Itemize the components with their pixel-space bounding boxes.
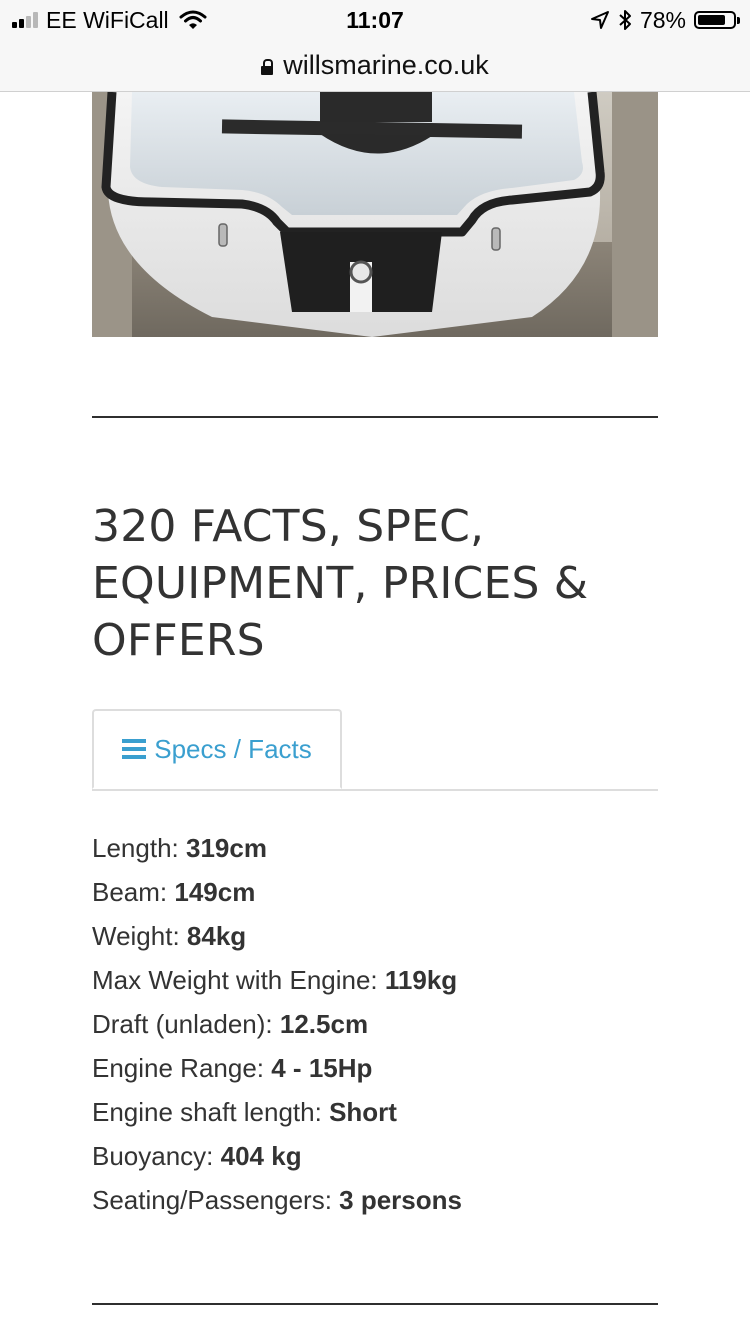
spec-label: Length: xyxy=(92,833,186,863)
spec-value: 404 kg xyxy=(220,1141,302,1171)
boat-image xyxy=(92,92,658,337)
spec-label: Beam: xyxy=(92,877,175,907)
spec-item: Engine shaft length: Short xyxy=(92,1090,658,1134)
spec-value: Short xyxy=(329,1097,397,1127)
address-bar[interactable]: willsmarine.co.uk xyxy=(0,40,750,92)
spec-label: Engine shaft length: xyxy=(92,1097,330,1127)
spec-value: 119kg xyxy=(384,965,458,995)
divider-bottom xyxy=(92,1303,658,1305)
spec-item: Seating/Passengers: 3 persons xyxy=(92,1178,658,1222)
battery-percent: 78% xyxy=(639,6,686,33)
location-arrow-icon xyxy=(590,11,609,29)
spec-item: Max Weight with Engine: 119kg xyxy=(92,958,658,1002)
divider-top xyxy=(92,416,658,418)
spec-label: Seating/Passengers: xyxy=(92,1185,340,1215)
lock-icon xyxy=(261,58,274,75)
bluetooth-icon xyxy=(619,10,631,30)
spec-label: Engine Range: xyxy=(92,1053,272,1083)
boat-illustration xyxy=(92,92,658,337)
spec-item: Beam: 149cm xyxy=(92,870,658,914)
spec-value: 3 persons xyxy=(339,1185,462,1215)
spec-value: 12.5cm xyxy=(279,1009,369,1039)
spec-item: Buoyancy: 404 kg xyxy=(92,1134,658,1178)
tab-bar: Specs / Facts xyxy=(92,709,658,791)
spec-label: Weight: xyxy=(92,921,187,951)
spec-value: 84kg xyxy=(186,921,247,951)
spec-item: Engine Range: 4 - 15Hp xyxy=(92,1046,658,1090)
status-bar: EE WiFiCall 11:07 78% xyxy=(0,0,750,40)
page-title: 320 FACTS, SPEC, EQUIPMENT, PRICES & OFF… xyxy=(92,501,589,666)
status-right: 78% xyxy=(590,6,740,34)
spec-value: 149cm xyxy=(174,877,256,907)
tab-specs-facts[interactable]: Specs / Facts xyxy=(92,709,342,789)
spec-value: 319cm xyxy=(185,833,267,863)
battery-level xyxy=(698,15,725,25)
spec-label: Buoyancy: xyxy=(92,1141,221,1171)
battery-icon xyxy=(694,11,740,29)
menu-icon xyxy=(122,739,147,759)
url-text: willsmarine.co.uk xyxy=(283,50,489,80)
spec-item: Draft (unladen): 12.5cm xyxy=(92,1002,658,1046)
spec-item: Length: 319cm xyxy=(92,826,658,870)
spec-value: 4 - 15Hp xyxy=(271,1053,373,1083)
spec-item: Weight: 84kg xyxy=(92,914,658,958)
specs-list: Length: 319cm Beam: 149cm Weight: 84kg M… xyxy=(92,826,658,1222)
spec-label: Draft (unladen): xyxy=(92,1009,280,1039)
spec-label: Max Weight with Engine: xyxy=(92,965,385,995)
tab-label: Specs / Facts xyxy=(154,733,312,764)
